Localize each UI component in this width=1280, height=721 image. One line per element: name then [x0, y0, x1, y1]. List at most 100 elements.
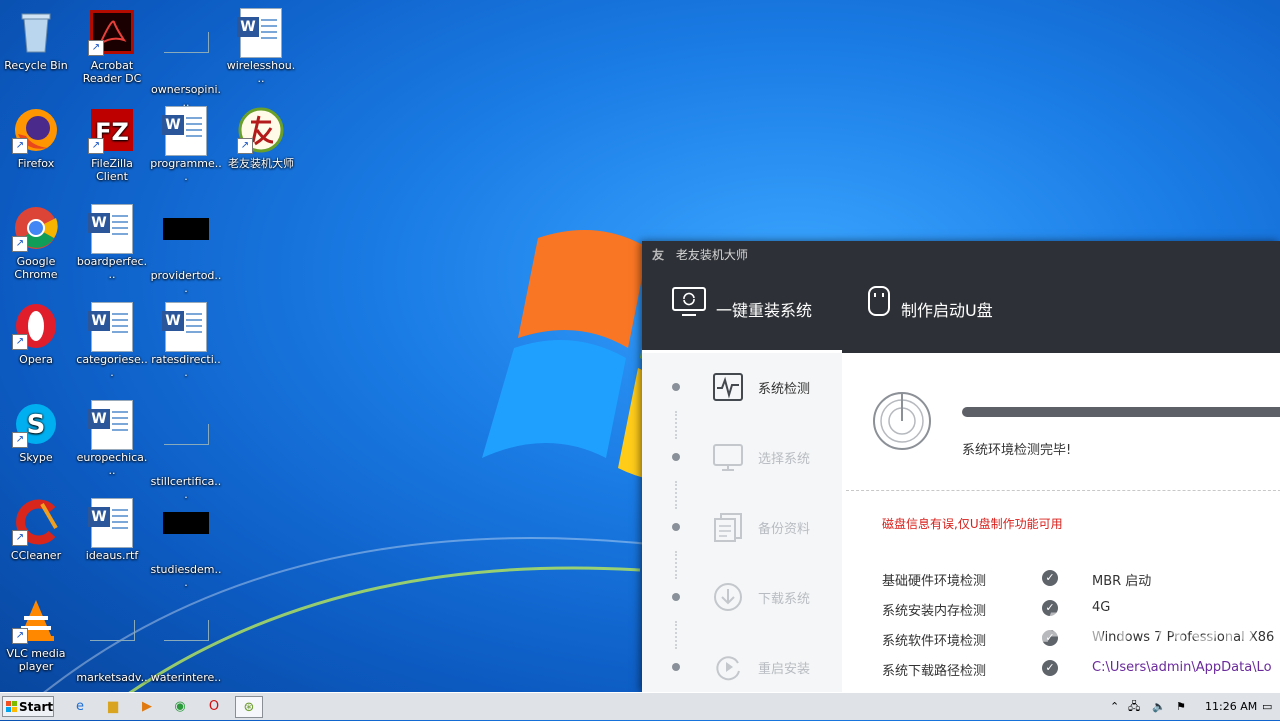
- desktop-icon-boardperfec[interactable]: W boardperfec...: [76, 204, 148, 281]
- check-status-text: 系统环境检测完毕!: [962, 443, 1072, 458]
- desktop-icon-skype[interactable]: S ↗ Skype: [0, 400, 72, 464]
- desktop-icon-ideaus[interactable]: W ideaus.rtf: [76, 498, 148, 562]
- tab-one-key-reinstall[interactable]: 一键重装系统: [642, 269, 842, 353]
- check-progress-bar: [962, 407, 1280, 417]
- blank-file-icon: [162, 32, 210, 80]
- tray-expand-icon[interactable]: ⌃: [1110, 693, 1119, 721]
- desktop-icon-ownersopini[interactable]: ownersopini...: [150, 8, 222, 109]
- usb-drive-icon: [867, 270, 891, 354]
- tab-make-usb-boot[interactable]: 制作启动U盘: [867, 269, 993, 353]
- documents-icon: [712, 511, 744, 543]
- desktop-icon-studiesdem[interactable]: studiesdem...: [150, 498, 222, 589]
- monitor-refresh-icon: [672, 270, 706, 354]
- step-connector: [675, 551, 679, 579]
- desktop-icon-europechica[interactable]: W europechica...: [76, 400, 148, 477]
- desktop-icon-providertod[interactable]: providertod...: [150, 204, 222, 295]
- taskbar-laoyou-icon[interactable]: ⊛: [235, 696, 263, 718]
- shortcut-arrow-icon: ↗: [88, 40, 104, 56]
- ccleaner-icon: ↗: [12, 498, 60, 546]
- icon-label: wirelesshou...: [226, 59, 296, 85]
- check-mark-icon: ✓: [1042, 570, 1058, 586]
- desktop-icon-ratesdirecti[interactable]: W ratesdirecti...: [150, 302, 222, 379]
- tab-label: 一键重装系统: [716, 301, 813, 320]
- step-dot: [672, 663, 680, 671]
- step-connector: [675, 621, 679, 649]
- icon-label: providertod...: [150, 269, 222, 295]
- step-system-check: 系统检测: [642, 367, 842, 407]
- desktop-icon-laoyou[interactable]: ↗ 老友装机大师: [225, 106, 297, 170]
- step-label: 重启安装: [758, 662, 811, 677]
- step-dot: [672, 523, 680, 531]
- icon-label: marketsadv...: [76, 671, 148, 692]
- desktop-icon-stillcertifica[interactable]: stillcertifica...: [150, 400, 222, 501]
- word-doc-icon: W: [88, 302, 136, 352]
- icon-label: studiesdem...: [150, 563, 222, 589]
- icon-label: ratesdirecti...: [151, 353, 221, 379]
- icon-label: Acrobat Reader DC: [82, 59, 142, 85]
- check-value: MBR 启动: [1092, 574, 1152, 589]
- filezilla-icon: FZ ↗: [88, 106, 136, 154]
- taskbar-chrome-icon[interactable]: ◉: [168, 696, 192, 718]
- app-title: 老友装机大师: [675, 248, 748, 262]
- desktop-icon-categoriese[interactable]: W categoriese...: [76, 302, 148, 379]
- taskbar-opera-icon[interactable]: O: [202, 696, 226, 718]
- step-dot: [672, 383, 680, 391]
- shortcut-arrow-icon: ↗: [12, 334, 28, 350]
- start-button[interactable]: Start: [2, 696, 54, 717]
- desktop-icon-recycle-bin[interactable]: Recycle Bin: [0, 8, 72, 72]
- app-logo-icon: 友: [652, 248, 665, 262]
- desktop-icon-firefox[interactable]: ↗ Firefox: [0, 106, 72, 170]
- taskbar-media-player-icon[interactable]: ▶: [135, 696, 159, 718]
- shortcut-arrow-icon: ↗: [12, 138, 28, 154]
- shortcut-arrow-icon: ↗: [12, 628, 28, 644]
- desktop-icon-acrobat-reader[interactable]: ↗ Acrobat Reader DC: [76, 8, 148, 85]
- word-doc-icon: W: [88, 498, 136, 548]
- app-title-bar[interactable]: 友 老友装机大师: [642, 241, 1280, 269]
- firefox-icon: ↗: [12, 106, 60, 154]
- icon-label: programme...: [150, 157, 222, 183]
- taskbar-ie-icon[interactable]: e: [68, 696, 92, 718]
- word-doc-icon: W: [88, 400, 136, 450]
- check-value: C:\Users\admin\AppData\Lo: [1092, 660, 1272, 675]
- step-download-system: 下载系统: [642, 577, 842, 617]
- icon-label: boardperfec...: [76, 255, 148, 281]
- word-doc-icon: W: [237, 8, 285, 58]
- chrome-icon: ↗: [12, 204, 60, 252]
- shortcut-arrow-icon: ↗: [237, 138, 253, 154]
- step-label: 系统检测: [758, 382, 811, 397]
- taskbar: Start e ▆ ▶ ◉ O ⊛ ⌃ 🖧 🔈 ⚑ 11:26 AM ▭: [0, 692, 1280, 720]
- pulse-monitor-icon: [712, 371, 744, 403]
- icon-label: Skype: [19, 451, 53, 464]
- network-icon[interactable]: 🖧: [1128, 693, 1140, 721]
- check-label: 系统下载路径检测: [882, 664, 987, 679]
- desktop-icon-filezilla[interactable]: FZ ↗ FileZilla Client: [76, 106, 148, 183]
- desktop-icon-programme[interactable]: W programme...: [150, 106, 222, 183]
- word-doc-icon: W: [162, 302, 210, 352]
- desktop-icon-opera[interactable]: ↗ Opera: [0, 302, 72, 366]
- desktop-icon-vlc[interactable]: ↗ VLC media player: [0, 596, 72, 673]
- desktop-icon-marketsadv[interactable]: marketsadv...: [76, 596, 148, 692]
- icon-label: waterintere...: [150, 671, 222, 692]
- show-desktop-icon[interactable]: ▭: [1262, 693, 1272, 721]
- app-tab-bar: 一键重装系统 制作启动U盘: [642, 269, 1280, 353]
- desktop-icon-google-chrome[interactable]: ↗ Google Chrome: [0, 204, 72, 281]
- opera-icon: ↗: [12, 302, 60, 350]
- anyrun-watermark: ANY RUN: [1040, 606, 1259, 652]
- svg-text:S: S: [27, 410, 46, 440]
- icon-label: europechica...: [76, 451, 148, 477]
- step-label: 备份资料: [758, 522, 811, 537]
- step-restart-install: 重启安装: [642, 647, 842, 687]
- clock[interactable]: 11:26 AM: [1205, 693, 1257, 721]
- taskbar-explorer-icon[interactable]: ▆: [101, 696, 125, 718]
- volume-icon[interactable]: 🔈: [1152, 693, 1166, 721]
- desktop-icon-wirelesshou[interactable]: W wirelesshou...: [225, 8, 297, 85]
- check-label: 系统安装内存检测: [882, 604, 987, 619]
- desktop-icon-ccleaner[interactable]: ↗ CCleaner: [0, 498, 72, 562]
- radar-scan-icon: [873, 392, 931, 450]
- check-label: 系统软件环境检测: [882, 634, 987, 649]
- shortcut-arrow-icon: ↗: [12, 432, 28, 448]
- icon-label: VLC media player: [6, 647, 66, 673]
- action-center-flag-icon[interactable]: ⚑: [1176, 693, 1186, 721]
- desktop-icon-waterintere[interactable]: waterintere...: [150, 596, 222, 692]
- windows-flag-icon: [6, 701, 17, 712]
